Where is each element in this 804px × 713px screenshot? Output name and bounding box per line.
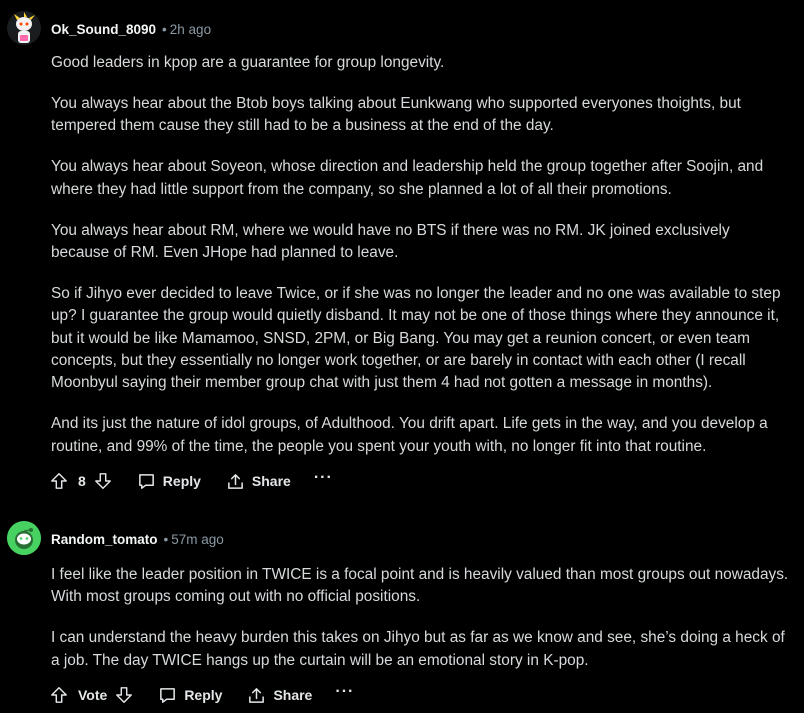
reply-label: Reply [184, 687, 223, 703]
snoo-avatar-icon [7, 521, 41, 555]
username[interactable]: Random_tomato [51, 532, 158, 547]
comment-paragraph: And its just the nature of idol groups, … [51, 415, 768, 455]
upvote-arrow-icon [51, 473, 67, 489]
timestamp[interactable]: 2h ago [170, 22, 211, 37]
upvote-button[interactable] [50, 686, 68, 704]
ellipsis-icon: ··· [313, 469, 333, 486]
share-upload-icon [249, 687, 265, 703]
share-button[interactable]: Share [226, 472, 291, 491]
avatar[interactable] [7, 11, 41, 45]
comment-header: Ok_Sound_8090 • 2h ago [51, 21, 211, 39]
speech-bubble-icon [160, 687, 176, 703]
comment-actions: Vote Reply Share ··· [50, 681, 354, 709]
share-button[interactable]: Share [247, 686, 312, 705]
vote-label: Vote [78, 687, 108, 703]
share-label: Share [251, 473, 291, 489]
downvote-arrow-icon [116, 687, 133, 703]
username[interactable]: Ok_Sound_8090 [51, 22, 156, 37]
downvote-arrow-icon [94, 473, 111, 489]
upvote-button[interactable] [50, 472, 68, 490]
share-upload-icon [228, 473, 243, 489]
timestamp[interactable]: 57m ago [171, 532, 224, 547]
downvote-button[interactable] [115, 686, 133, 704]
snoo-avatar-icon [7, 11, 41, 45]
speech-bubble-icon [138, 473, 154, 489]
reply-button[interactable]: Reply [137, 472, 201, 491]
comment-paragraph: You always hear about Soyeon, whose dire… [51, 158, 764, 198]
upvote-arrow-icon [51, 687, 67, 703]
vote-count: 8 [78, 473, 86, 489]
avatar[interactable] [7, 521, 41, 555]
reply-label: Reply [162, 473, 201, 489]
more-options-button[interactable]: ··· [313, 469, 333, 489]
comment-body: I feel like the leader position in TWICE… [51, 564, 791, 691]
downvote-button[interactable] [94, 472, 112, 490]
share-label: Share [273, 687, 313, 703]
comment-paragraph: You always hear about the Btob boys talk… [51, 94, 741, 135]
comment-paragraph: So if Jihyo ever decided to leave Twice,… [51, 284, 781, 392]
separator-dot: • [163, 532, 169, 547]
comment-body: Good leaders in kpop are a guarantee for… [51, 52, 791, 477]
more-options-button[interactable]: ··· [335, 683, 355, 703]
comment-paragraph: Good leaders in kpop are a guarantee for… [51, 54, 445, 71]
reply-button[interactable]: Reply [158, 686, 222, 705]
comment-paragraph: You always hear about RM, where we would… [51, 221, 730, 261]
comment-paragraph: I feel like the leader position in TWICE… [51, 566, 789, 606]
ellipsis-icon: ··· [335, 683, 355, 700]
comment-actions: 8 Reply Share ··· [50, 467, 333, 495]
comment-paragraph: I can understand the heavy burden this t… [51, 629, 785, 669]
separator-dot: • [162, 22, 167, 37]
comment-header: Random_tomato • 57m ago [51, 531, 224, 549]
